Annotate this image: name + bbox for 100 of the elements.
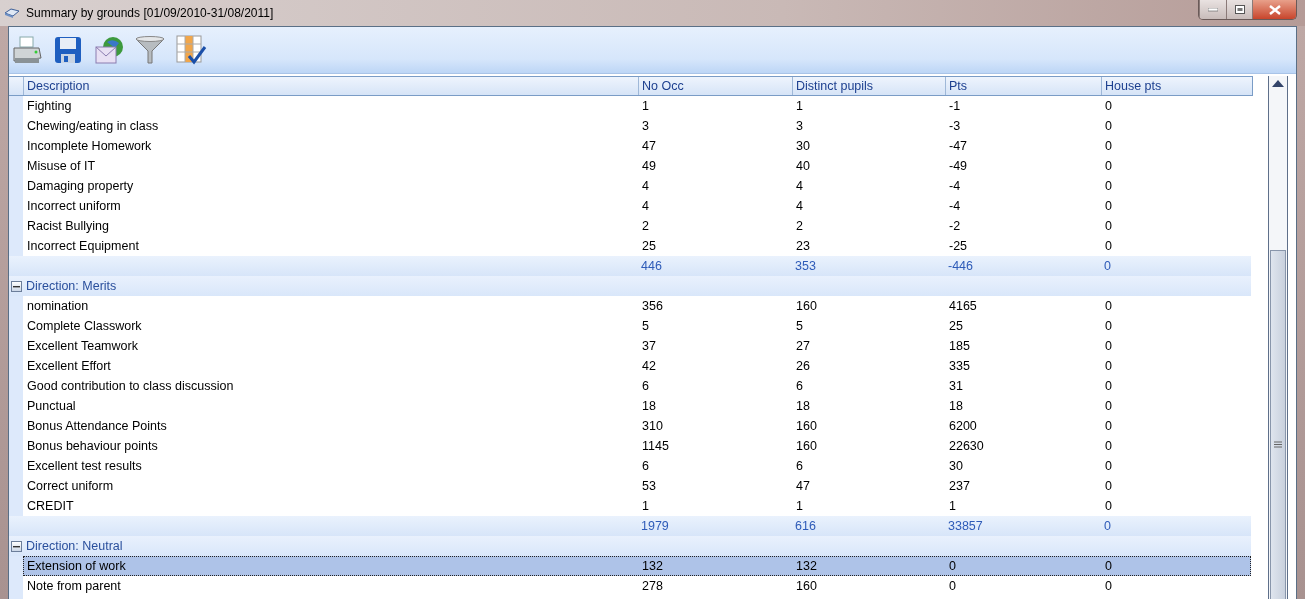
table-cell-text: 6 [795, 459, 804, 473]
total-cell-text: -446 [947, 259, 975, 273]
table-cell-text: 30 [795, 139, 811, 153]
close-button[interactable] [1252, 0, 1296, 19]
column-header[interactable]: Pts [945, 77, 1101, 95]
table-cell-text: 0 [1104, 459, 1113, 473]
table-cell-text: 53 [641, 479, 657, 493]
table-cell-text: 40 [795, 159, 811, 173]
table-cell-text: 160 [795, 419, 818, 433]
table-row[interactable]: Extension of work 132 132 0 0 [23, 556, 1251, 576]
table-cell-text: Damaging property [26, 179, 135, 193]
total-cell-text: 0 [1103, 259, 1112, 273]
funnel-icon[interactable] [134, 34, 166, 66]
table-cell-text: 4165 [948, 299, 978, 313]
minimize-icon [1208, 7, 1218, 12]
column-header[interactable]: No Occ [638, 77, 792, 95]
table-cell-text: 27 [795, 339, 811, 353]
table-cell-text: 23 [795, 239, 811, 253]
table-cell-text: Fighting [26, 99, 73, 113]
table-cell-text: 30 [948, 459, 964, 473]
table-cell-text: 47 [641, 139, 657, 153]
table-cell-text: 0 [1104, 419, 1113, 433]
table-cell-text: 0 [1104, 439, 1113, 453]
column-header[interactable]: Description [23, 77, 638, 95]
table-cell-text: 25 [948, 319, 964, 333]
table-cell-text: 278 [641, 579, 664, 593]
table-cell-text: 0 [1104, 179, 1113, 193]
table-cell-text: 42 [641, 359, 657, 373]
table-cell-text: 18 [795, 399, 811, 413]
table-cell-text: Good contribution to class discussion [26, 379, 235, 393]
table-cell-text: 160 [795, 299, 818, 313]
table-cell-text: 0 [1104, 579, 1113, 593]
table-cell-text: -49 [948, 159, 969, 173]
floppy-disk-icon[interactable] [52, 34, 84, 66]
total-cell-text: 33857 [947, 519, 984, 533]
table-cell-text: 25 [641, 239, 657, 253]
table-cell-text: 0 [1104, 399, 1113, 413]
collapse-toggle[interactable] [11, 280, 22, 292]
table-cell-text: 6 [641, 379, 650, 393]
table-cell-text: 0 [1104, 299, 1113, 313]
group-title: Direction: Neutral [26, 539, 123, 553]
table-cell-text: Incorrect Equipment [26, 239, 140, 253]
table-cell-text: 1 [948, 499, 957, 513]
table-cell-text: 0 [1104, 119, 1113, 133]
book-icon [4, 7, 20, 19]
table-cell-text: 0 [948, 579, 957, 593]
table-cell-text: 0 [1104, 199, 1113, 213]
table-cell-text: 0 [1104, 359, 1113, 373]
table-cell-text: 1 [795, 499, 804, 513]
table-cell-text: Excellent Teamwork [26, 339, 139, 353]
window-title: Summary by grounds [01/09/2010-31/08/2011] [26, 6, 274, 20]
table-cell-text: 5 [795, 319, 804, 333]
table-cell-text: 310 [641, 419, 664, 433]
table-cell-text: -25 [948, 239, 969, 253]
table-cell-text: 0 [1104, 559, 1113, 573]
table-cell-text: 0 [1104, 219, 1113, 233]
table-cell-text: Bonus Attendance Points [26, 419, 168, 433]
table-cell-text: -2 [948, 219, 962, 233]
column-header[interactable]: House pts [1101, 77, 1251, 95]
table-cell-text: 0 [1104, 379, 1113, 393]
table-cell-text: 335 [948, 359, 971, 373]
table-cell-text: 3 [795, 119, 804, 133]
scroll-up-arrow[interactable] [1272, 80, 1284, 90]
collapse-toggle[interactable] [11, 540, 22, 552]
table-cell-text: 1 [795, 99, 804, 113]
table-cell-text: 1145 [641, 439, 670, 453]
table-cell-text: -4 [948, 199, 962, 213]
mail-globe-icon[interactable] [93, 34, 125, 66]
table-cell-text: Correct uniform [26, 479, 115, 493]
minimize-button[interactable] [1199, 0, 1226, 19]
table-cell-text: 2 [641, 219, 650, 233]
total-cell-text: 616 [794, 519, 817, 533]
table-cell-text: -1 [948, 99, 962, 113]
column-header[interactable]: Distinct pupils [792, 77, 945, 95]
table-cell-text: 1 [641, 99, 650, 113]
table-cell-text: 6 [795, 379, 804, 393]
table-cell-text: 132 [641, 559, 664, 573]
vertical-scrollbar[interactable] [1268, 76, 1288, 599]
table-cell-text: 160 [795, 439, 818, 453]
table-cell-text: 49 [641, 159, 657, 173]
total-cell-text: 446 [640, 259, 663, 273]
table-cell-text: 185 [948, 339, 971, 353]
table-cell-text: 132 [795, 559, 818, 573]
table-cell-text: Misuse of IT [26, 159, 97, 173]
table-cell-text: 47 [795, 479, 811, 493]
table-cell-text: 4 [795, 199, 804, 213]
table-cell-text: -4 [948, 179, 962, 193]
table-cell-text: Excellent Effort [26, 359, 112, 373]
table-cell-text: 0 [1104, 139, 1113, 153]
table-cell-text: 0 [1104, 339, 1113, 353]
total-cell-text: 1979 [640, 519, 670, 533]
scroll-thumb[interactable] [1270, 250, 1286, 599]
printer-icon[interactable] [11, 34, 43, 66]
maximize-button[interactable] [1226, 0, 1252, 19]
table-cell-text: -47 [948, 139, 969, 153]
total-cell-text: 0 [1103, 519, 1112, 533]
table-cell-text: 4 [641, 199, 650, 213]
grip-icon [1274, 441, 1282, 448]
column-check-icon[interactable] [175, 34, 207, 66]
table-cell-text: 18 [641, 399, 657, 413]
